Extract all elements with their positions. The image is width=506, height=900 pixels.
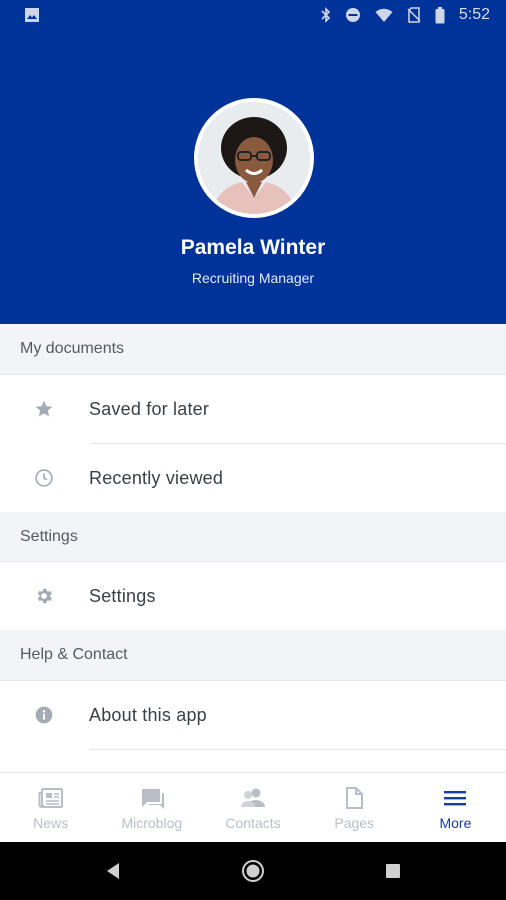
divider xyxy=(90,749,506,750)
bottom-tab-bar: News Microblog Contacts Pages More xyxy=(0,772,506,842)
profile-name: Pamela Winter xyxy=(180,236,326,259)
menu-item-label: About this app xyxy=(89,704,207,725)
battery-icon xyxy=(435,6,445,24)
section-title: My documents xyxy=(20,340,125,357)
status-bar: 5:52 xyxy=(0,0,506,30)
menu-item-settings[interactable]: Settings xyxy=(0,562,506,630)
menu-item-about[interactable]: About this app xyxy=(0,681,506,749)
tab-label: News xyxy=(33,815,69,831)
back-icon[interactable] xyxy=(102,859,126,883)
page-icon xyxy=(341,786,367,810)
image-icon xyxy=(24,7,40,23)
no-sim-icon xyxy=(407,7,421,23)
menu-icon xyxy=(442,786,468,810)
profile-role: Recruiting Manager xyxy=(191,270,315,286)
tab-contacts[interactable]: Contacts xyxy=(202,773,303,842)
profile-header: Pamela Winter Recruiting Manager xyxy=(0,30,506,324)
tab-more[interactable]: More xyxy=(405,773,506,842)
home-icon[interactable] xyxy=(241,859,265,883)
tab-label: Microblog xyxy=(121,815,183,831)
section-title: Settings xyxy=(20,527,78,545)
menu-item-saved-for-later[interactable]: Saved for later xyxy=(0,375,506,443)
section-header-settings: Settings xyxy=(0,512,506,562)
tab-label: Pages xyxy=(334,815,375,831)
section-title: Help & Contact xyxy=(20,646,128,663)
tab-label: Contacts xyxy=(225,815,281,831)
bluetooth-icon xyxy=(321,7,331,23)
recents-icon[interactable] xyxy=(381,859,405,883)
section-header-help-contact: Help & Contact xyxy=(0,630,506,681)
star-icon xyxy=(34,399,54,419)
menu-item-label: Settings xyxy=(89,585,156,606)
system-navigation-bar xyxy=(0,842,506,900)
info-icon xyxy=(34,705,54,725)
menu-item-label: Recently viewed xyxy=(89,467,224,488)
tab-pages[interactable]: Pages xyxy=(304,773,405,842)
clock-icon xyxy=(34,468,54,488)
tab-news[interactable]: News xyxy=(0,773,101,842)
status-time: 5:52 xyxy=(458,6,490,23)
avatar[interactable] xyxy=(194,98,314,218)
tab-microblog[interactable]: Microblog xyxy=(101,773,202,842)
menu-item-recently-viewed[interactable]: Recently viewed xyxy=(0,444,506,512)
gear-icon xyxy=(34,586,54,606)
menu-item-label: Saved for later xyxy=(89,398,210,419)
section-header-my-documents: My documents xyxy=(0,324,506,375)
contacts-icon xyxy=(240,786,266,810)
chat-icon xyxy=(139,786,165,810)
newspaper-icon xyxy=(38,786,64,810)
wifi-icon xyxy=(375,8,393,23)
tab-label: More xyxy=(439,815,472,831)
do-not-disturb-icon xyxy=(345,7,361,23)
